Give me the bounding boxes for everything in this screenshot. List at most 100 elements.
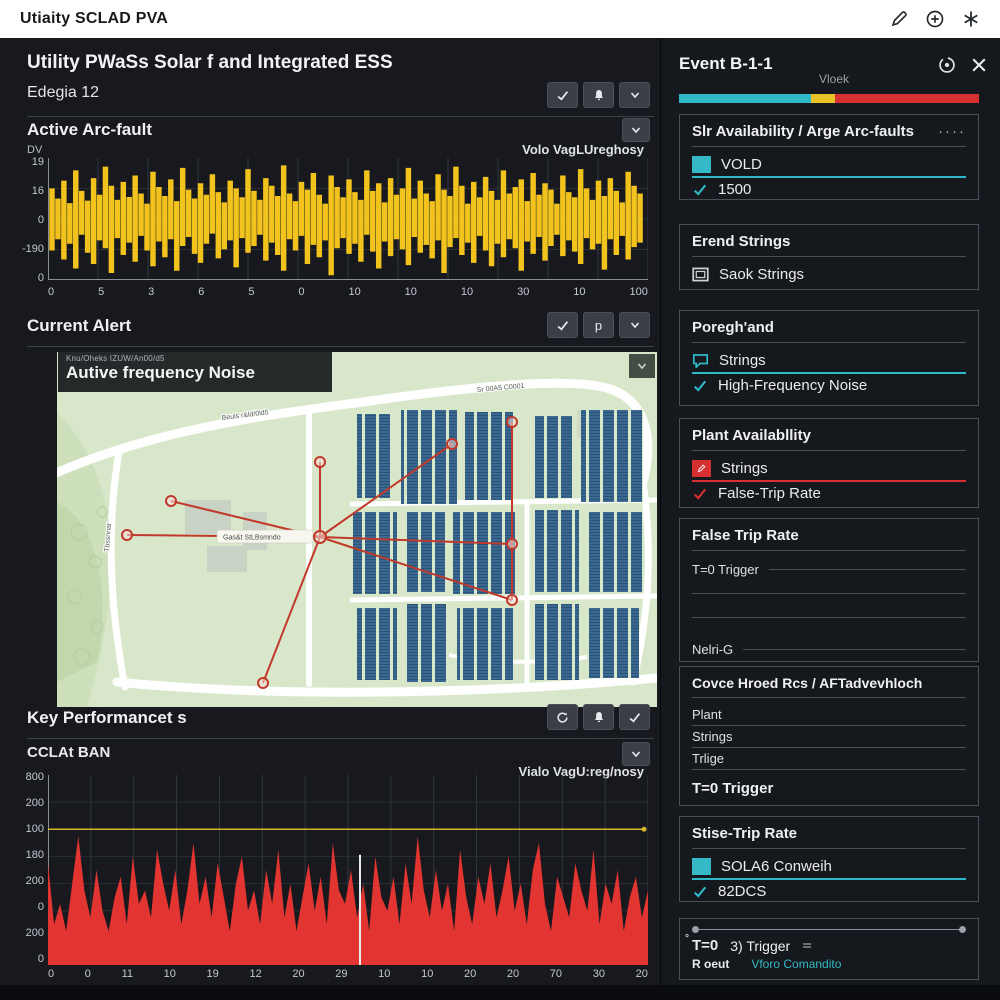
tick-label: 0: [38, 272, 44, 284]
p-button[interactable]: p: [583, 312, 614, 338]
chart1-legend: Volo VagLUreghosy: [522, 142, 644, 157]
row-label: High-Frequency Noise: [718, 377, 867, 394]
card-title: False Trip Rate: [692, 527, 799, 544]
card-title: Plant Availabllity: [692, 427, 811, 444]
card-trip-rate: Stise-Trip Rate SOLA6 Conweih 82DCS: [679, 816, 979, 902]
bottom-strip: [0, 985, 1000, 1000]
trigger-slider-top[interactable]: [692, 923, 966, 935]
confirm-button[interactable]: [547, 312, 578, 338]
tick-label: 200: [26, 875, 44, 887]
tick-label: 200: [26, 927, 44, 939]
kpi-chevron-button[interactable]: [622, 742, 650, 766]
tick-label: 0: [38, 214, 44, 226]
subtitle-toolbar: [547, 82, 650, 108]
event-panel: Event B-1-1 Vloek Slr Availability / Arg…: [660, 38, 1000, 985]
refresh-button[interactable]: [547, 704, 578, 730]
tick-label: 180: [26, 849, 44, 861]
tick-label: 30: [593, 968, 605, 980]
confirm-button[interactable]: [619, 704, 650, 730]
tick-label: 800: [26, 771, 44, 783]
chart1-y-axis-title: DV: [27, 144, 42, 156]
progress-segment: [679, 94, 811, 103]
collapse-chevron-button[interactable]: [619, 312, 650, 338]
chart1-x-ticks: 0536501010103010100: [48, 286, 648, 298]
record-circle-icon[interactable]: [938, 56, 956, 74]
card-availability: Slr Availability / Arge Arc-faults ···· …: [679, 114, 979, 200]
plant-subtitle: Edegia 12: [27, 84, 99, 102]
arc-fault-noise-chart: [48, 158, 648, 280]
collapse-chevron-button[interactable]: [619, 82, 650, 108]
trigger-label: 3) Trigger: [730, 938, 790, 954]
arc-fault-chevron-button[interactable]: [622, 118, 650, 142]
row-label: SOLA6 Conweih: [721, 858, 832, 875]
chat-bubble-icon: [692, 353, 709, 368]
row-label: T=0 Trigger: [692, 562, 759, 577]
tick-label: 70: [550, 968, 562, 980]
tick-label: 20: [292, 968, 304, 980]
add-circle-icon[interactable]: [926, 10, 944, 28]
trigger-sub-left: R oeut: [692, 957, 729, 971]
card-trigger-slider: T=0 3) Trigger R oeut Vforo Comandito: [679, 918, 979, 980]
check-icon: [692, 183, 708, 197]
page-title: Utility PWaSs Solar f and Integrated ESS: [27, 52, 393, 74]
t0-label: T=0: [692, 937, 718, 954]
card-title: Stise-Trip Rate: [692, 825, 797, 842]
tick-label: 20: [507, 968, 519, 980]
main-dashboard: Utility PWaSs Solar f and Integrated ESS…: [0, 38, 660, 985]
row-label: Strings: [719, 352, 766, 369]
edit-pen-icon[interactable]: [890, 10, 908, 28]
tick-label: 5: [98, 286, 104, 298]
card-menu-dots[interactable]: ····: [938, 123, 966, 140]
progress-segment: [835, 94, 979, 103]
hub-label: Gas&t StLBsmndo: [223, 535, 281, 542]
legend-square-icon: [692, 156, 711, 173]
tick-label: 200: [26, 797, 44, 809]
plant-map[interactable]: Beuls r&ld/0ld5 Sr 00A5 C0001 Tbssnnar G…: [57, 352, 657, 707]
tick-label: 6: [198, 286, 204, 298]
event-panel-title: Event B-1-1: [679, 54, 773, 74]
check-icon: [692, 885, 708, 899]
settings-asterisk-icon[interactable]: [962, 10, 980, 28]
map-canvas: Beuls r&ld/0ld5 Sr 00A5 C0001 Tbssnnar G…: [57, 352, 657, 707]
tick-label: 16: [32, 185, 44, 197]
trigger-slider-bottom[interactable]: [802, 942, 966, 950]
tick-label: 11: [122, 968, 133, 980]
alert-toolbar: p: [547, 312, 650, 338]
row-label: Strings: [692, 729, 732, 744]
divider: [27, 738, 654, 739]
alarm-bell-button[interactable]: [583, 704, 614, 730]
card-false-trip-rate: False Trip Rate T=0 Trigger Nelri-G: [679, 518, 979, 662]
tick-label: 0: [38, 953, 44, 965]
tick-label: 20: [636, 968, 648, 980]
card-title: Erend Strings: [692, 233, 790, 250]
tick-label: 0: [48, 286, 54, 298]
tick-label: 0: [298, 286, 304, 298]
card-plant-availability: Plant Availabllity Strings False-Trip Ra…: [679, 418, 979, 508]
edit-square-icon: [692, 460, 711, 477]
map-chevron-button[interactable]: [629, 354, 655, 378]
tick-label: 10: [405, 286, 417, 298]
legend-square-icon: [692, 858, 711, 875]
card-foreground: Poregh'and Strings High-Frequency Noise: [679, 310, 979, 406]
confirm-button[interactable]: [547, 82, 578, 108]
card-strings: Erend Strings Saok Strings: [679, 224, 979, 290]
kpi-toolbar: [547, 704, 650, 730]
tick-label: 10: [378, 968, 390, 980]
section-title-arc-fault: Active Arc-fault: [27, 120, 152, 140]
divider: [27, 346, 654, 347]
tick-label: 0: [85, 968, 91, 980]
tick-label: 100: [26, 823, 44, 835]
trigger-sub-right[interactable]: Vforo Comandito: [751, 957, 841, 971]
card-title: Slr Availability / Arge Arc-faults: [692, 123, 914, 140]
tick-label: 10: [573, 286, 585, 298]
tick-label: 5: [248, 286, 254, 298]
close-icon[interactable]: [970, 56, 988, 74]
kpi-area-chart: [48, 775, 648, 965]
map-alert-code: Knu/Oheks IZUW/An00/d5: [66, 354, 324, 363]
app-title: Utiaity SCLAD PVA: [20, 10, 168, 28]
tick-label: 100: [629, 286, 647, 298]
chart2-x-ticks: 0011101912202910102020703020: [48, 968, 648, 980]
alarm-bell-button[interactable]: [583, 82, 614, 108]
display-icon: [692, 267, 709, 282]
metric-label: VOLD: [721, 156, 762, 173]
